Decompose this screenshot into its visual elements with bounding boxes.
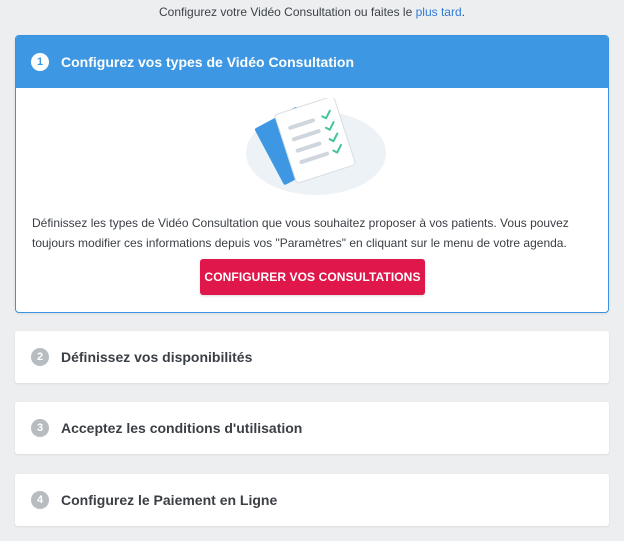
setup-intro-suffix: .	[461, 5, 465, 19]
step-1-title: Configurez vos types de Vidéo Consultati…	[61, 54, 354, 70]
step-2-panel[interactable]: 2 Définissez vos disponibilités	[15, 331, 609, 383]
video-consultation-setup-page: Configurez votre Vidéo Consultation ou f…	[0, 0, 624, 541]
configure-consultations-button[interactable]: CONFIGURER VOS CONSULTATIONS	[200, 259, 425, 295]
document-checklist-icon	[246, 96, 386, 195]
step-1-header[interactable]: 1 Configurez vos types de Vidéo Consulta…	[16, 36, 608, 88]
step-2-number: 2	[31, 348, 49, 366]
step-1-panel: 1 Configurez vos types de Vidéo Consulta…	[15, 35, 609, 313]
step-3-panel[interactable]: 3 Acceptez les conditions d'utilisation	[15, 402, 609, 454]
step-4-title: Configurez le Paiement en Ligne	[61, 492, 278, 508]
step-4-panel[interactable]: 4 Configurez le Paiement en Ligne	[15, 474, 609, 526]
setup-intro-text: Configurez votre Vidéo Consultation ou f…	[159, 5, 416, 19]
step-3-title: Acceptez les conditions d'utilisation	[61, 420, 303, 436]
step-1-number: 1	[31, 53, 49, 71]
step-3-number: 3	[31, 419, 49, 437]
setup-intro: Configurez votre Vidéo Consultation ou f…	[0, 5, 624, 19]
step-4-number: 4	[31, 491, 49, 509]
document-checklist-icon	[241, 96, 386, 198]
step-2-title: Définissez vos disponibilités	[61, 349, 253, 365]
later-link[interactable]: plus tard	[416, 5, 462, 19]
step-1-description: Définissez les types de Vidéo Consultati…	[32, 216, 569, 250]
